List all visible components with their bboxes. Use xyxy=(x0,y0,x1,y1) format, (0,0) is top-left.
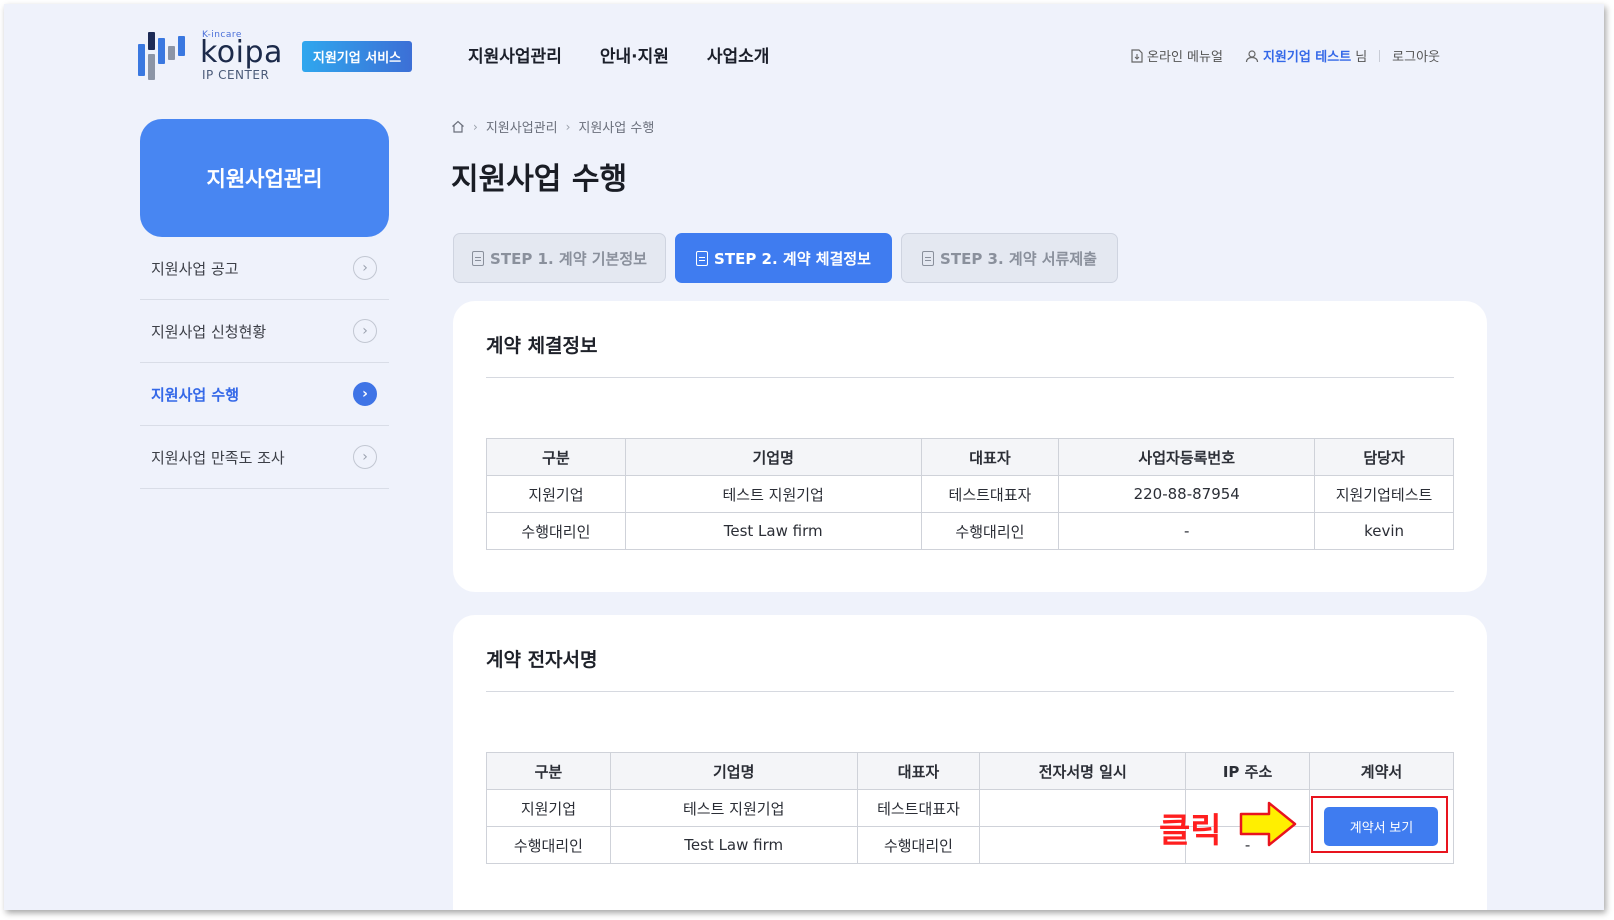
user-icon xyxy=(1245,49,1259,62)
logout-link[interactable]: 로그아웃 xyxy=(1392,46,1440,65)
logo-mark-icon xyxy=(138,32,196,80)
sidebar-menu: 지원사업 공고 › 지원사업 신청현황 › 지원사업 수행 › 지원사업 만족도… xyxy=(140,237,389,489)
table-cell xyxy=(979,789,1187,827)
nav-guide-support[interactable]: 안내·지원 xyxy=(600,42,669,67)
chevron-right-icon: › xyxy=(353,319,377,343)
table-row: 지원기업 테스트 지원기업 테스트대표자 220-88-87954 지원기업테스… xyxy=(486,475,1454,513)
table-cell: 220-88-87954 xyxy=(1058,475,1316,513)
logo-subtitle: IP CENTER xyxy=(202,68,270,82)
sidebar-item-application-status[interactable]: 지원사업 신청현황 › xyxy=(140,300,389,363)
breadcrumb-item: 지원사업 수행 xyxy=(578,121,655,136)
section-title: 계약 전자서명 xyxy=(486,649,598,671)
document-icon xyxy=(472,250,485,266)
e-signature-table: 구분 기업명 대표자 전자서명 일시 IP 주소 계약서 지원기업 테스트 지원… xyxy=(486,752,1455,864)
document-icon xyxy=(1131,48,1143,63)
sidebar-item-label: 지원사업 공고 xyxy=(151,259,239,278)
tab-step-3[interactable]: STEP 3. 계약 서류제출 xyxy=(901,233,1118,283)
step-label: STEP 3. 계약 서류제출 xyxy=(940,249,1097,268)
breadcrumb-item[interactable]: 지원사업관리 xyxy=(486,117,558,136)
table-cell: 수행대리인 xyxy=(920,512,1060,550)
user-info[interactable]: 지원기업 테스트 님 xyxy=(1245,46,1367,65)
chevron-right-icon: › xyxy=(353,445,377,469)
sidebar-item-label: 지원사업 만족도 조사 xyxy=(151,448,285,467)
nav-about[interactable]: 사업소개 xyxy=(707,42,770,67)
column-header: 계약서 xyxy=(1308,752,1455,790)
table-cell: 테스트대표자 xyxy=(920,475,1060,513)
main-nav: 지원사업관리 안내·지원 사업소개 xyxy=(468,42,769,67)
section-title: 계약 체결정보 xyxy=(486,335,598,357)
column-header: 전자서명 일시 xyxy=(979,752,1187,790)
table-cell: 지원기업 xyxy=(486,789,611,827)
contract-info-table: 구분 기업명 대표자 사업자등록번호 담당자 지원기업 테스트 지원기업 테스트… xyxy=(486,438,1454,550)
table-cell: 수행대리인 xyxy=(856,826,981,864)
clipboard-icon xyxy=(696,250,709,266)
clipboard-icon xyxy=(922,250,935,266)
contract-info-panel: 계약 체결정보 구분 기업명 대표자 사업자등록번호 담당자 지원기업 테스트 … xyxy=(453,301,1487,592)
table-cell: 테스트대표자 xyxy=(856,789,981,827)
sidebar-item-label: 지원사업 수행 xyxy=(151,385,240,404)
utility-menu: 온라인 메뉴얼 지원기업 테스트 님 로그아웃 xyxy=(1131,46,1440,65)
chevron-right-icon: › xyxy=(473,119,478,134)
table-cell: 지원기업 xyxy=(486,475,626,513)
service-badge: 지원기업 서비스 xyxy=(302,41,412,72)
app-window: K-incare koipa IP CENTER 지원기업 서비스 지원사업관리… xyxy=(4,4,1604,910)
sidebar-item-label: 지원사업 신청현황 xyxy=(151,322,267,341)
column-header: 구분 xyxy=(486,752,611,790)
sidebar-item-satisfaction-survey[interactable]: 지원사업 만족도 조사 › xyxy=(140,426,389,489)
pointing-arrow-icon xyxy=(1239,801,1297,847)
user-suffix: 님 xyxy=(1355,50,1368,65)
divider xyxy=(1379,49,1381,62)
table-row: 지원기업 테스트 지원기업 테스트대표자 계약서 보기 xyxy=(486,789,1455,864)
tab-step-1[interactable]: STEP 1. 계약 기본정보 xyxy=(453,233,666,283)
table-cell: 수행대리인 xyxy=(486,512,626,550)
column-header: 기업명 xyxy=(609,752,858,790)
table-row: 수행대리인 Test Law firm 수행대리인 - xyxy=(486,826,1454,864)
column-header: 담당자 xyxy=(1314,438,1454,476)
column-header: 구분 xyxy=(486,438,626,476)
column-header: 대표자 xyxy=(920,438,1060,476)
koipa-logo[interactable]: K-incare koipa IP CENTER xyxy=(138,30,283,82)
table-cell: 수행대리인 xyxy=(486,826,611,864)
sidebar-item-execution[interactable]: 지원사업 수행 › xyxy=(140,363,389,426)
e-signature-panel: 계약 전자서명 구분 기업명 대표자 전자서명 일시 IP 주소 계약서 지원기… xyxy=(453,615,1487,910)
column-header: 대표자 xyxy=(856,752,981,790)
click-annotation-text: 클릭 xyxy=(1159,811,1222,851)
manual-label: 온라인 메뉴얼 xyxy=(1147,50,1223,65)
table-cell: Test Law firm xyxy=(609,826,858,864)
logo-wordmark: koipa xyxy=(200,35,283,70)
home-icon[interactable] xyxy=(451,120,465,133)
table-cell: 테스트 지원기업 xyxy=(624,475,922,513)
manual-link[interactable]: 온라인 메뉴얼 xyxy=(1131,46,1223,65)
highlight-box xyxy=(1311,796,1448,853)
chevron-right-icon: › xyxy=(353,256,377,280)
sidebar-item-announcement[interactable]: 지원사업 공고 › xyxy=(140,237,389,300)
user-name: 지원기업 테스트 xyxy=(1262,50,1352,65)
table-cell: 지원기업테스트 xyxy=(1314,475,1454,513)
table-cell: Test Law firm xyxy=(624,512,922,550)
column-header: 사업자등록번호 xyxy=(1058,438,1316,476)
nav-support-management[interactable]: 지원사업관리 xyxy=(468,42,562,67)
page-title: 지원사업 수행 xyxy=(451,162,628,197)
table-row: 수행대리인 Test Law firm 수행대리인 - kevin xyxy=(486,512,1454,550)
table-cell xyxy=(979,826,1187,864)
step-label: STEP 2. 계약 체결정보 xyxy=(714,249,871,268)
table-cell: 테스트 지원기업 xyxy=(609,789,858,827)
column-header: 기업명 xyxy=(624,438,922,476)
divider xyxy=(486,377,1454,378)
step-label: STEP 1. 계약 기본정보 xyxy=(490,249,647,268)
chevron-right-icon: › xyxy=(565,119,571,134)
step-tabs: STEP 1. 계약 기본정보 STEP 2. 계약 체결정보 STEP 3. … xyxy=(453,233,1118,283)
chevron-right-icon: › xyxy=(353,382,377,406)
sidebar-title: 지원사업관리 xyxy=(140,119,389,237)
table-cell: kevin xyxy=(1314,512,1454,550)
breadcrumb: › 지원사업관리 › 지원사업 수행 xyxy=(451,117,654,136)
divider xyxy=(486,691,1454,692)
column-header: IP 주소 xyxy=(1185,752,1310,790)
tab-step-2[interactable]: STEP 2. 계약 체결정보 xyxy=(675,233,892,283)
table-cell: - xyxy=(1058,512,1316,550)
